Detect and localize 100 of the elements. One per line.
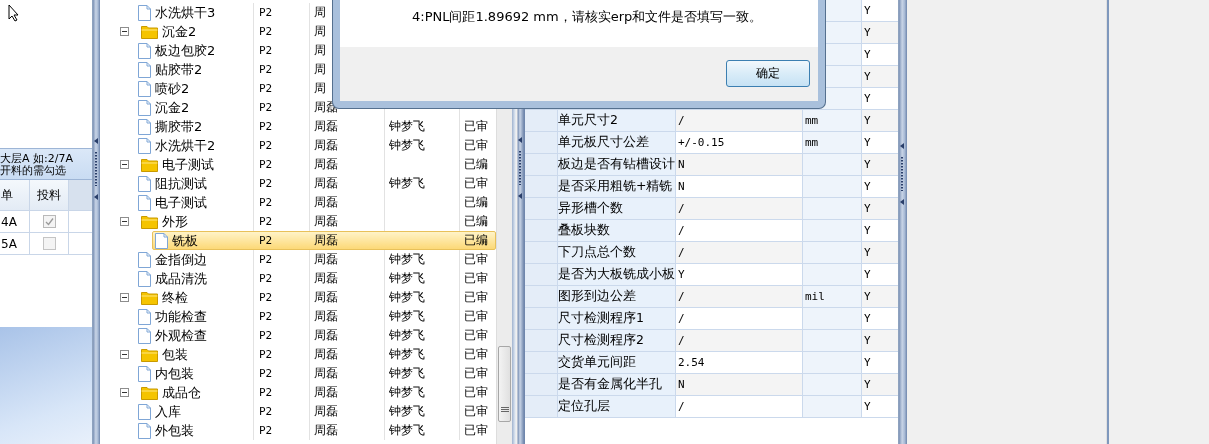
- table-cell: 周磊: [314, 270, 338, 287]
- collapse-icon[interactable]: [120, 388, 129, 397]
- table-cell: P2: [259, 215, 273, 228]
- tree-item-label: 阻抗测试: [155, 174, 207, 193]
- table-cell: P2: [259, 196, 273, 209]
- table-cell: P2: [259, 101, 273, 114]
- table-cell: P2: [259, 310, 273, 323]
- document-icon: [138, 308, 151, 325]
- tree-item-label: 水洗烘干2: [155, 136, 216, 155]
- table-cell: P2: [259, 253, 273, 266]
- table-cell: 钟梦飞: [389, 118, 425, 135]
- tree-item-label: 板边包胶2: [155, 41, 216, 60]
- table-cell: Y: [862, 22, 898, 43]
- tree-row[interactable]: 内包装 P2 周磊 钟梦飞 已审: [100, 364, 497, 383]
- table-cell: 周磊: [314, 327, 338, 344]
- tree-row[interactable]: 成品清洗 P2 周磊 钟梦飞 已审: [100, 269, 497, 288]
- parameter-name: 是否采用粗铣+精铣: [558, 176, 676, 197]
- parameter-value: N: [676, 154, 803, 175]
- tree-row[interactable]: 外观检查 P2 周磊 钟梦飞 已审: [100, 326, 497, 345]
- tree-item-label: 水洗烘干3: [155, 3, 216, 22]
- table-cell: 周磊: [314, 156, 338, 173]
- column-header: 单: [0, 180, 30, 210]
- table-cell: 已审: [464, 137, 488, 154]
- table-cell: P2: [259, 44, 273, 57]
- table-cell: 周: [314, 61, 326, 78]
- table-cell: P2: [259, 405, 273, 418]
- unit-cell: mil: [803, 286, 862, 307]
- table-cell: 周磊: [314, 118, 338, 135]
- splitter-grip-icon: [900, 143, 905, 205]
- splitter-grip-icon: [518, 137, 523, 199]
- scrollbar-thumb[interactable]: [498, 346, 511, 422]
- table-cell: 周磊: [314, 137, 338, 154]
- collapse-icon[interactable]: [120, 350, 129, 359]
- parameter-value: /: [676, 286, 803, 307]
- table-cell: 已审: [464, 308, 488, 325]
- tree-row[interactable]: 电子测试 P2 周磊 已编: [100, 155, 497, 174]
- document-icon: [138, 175, 151, 192]
- tree-row[interactable]: 电子测试 P2 周磊 已编: [100, 193, 497, 212]
- parameter-name: 单元板尺寸公差: [558, 132, 676, 153]
- table-cell: Y: [862, 154, 898, 175]
- table-cell: Y: [862, 374, 898, 395]
- parameter-name: 单元尺寸2: [558, 110, 676, 131]
- table-cell: P2: [259, 291, 273, 304]
- folder-icon: [141, 385, 158, 400]
- table-cell: Y: [862, 286, 898, 307]
- tree-row[interactable]: 功能检查 P2 周磊 钟梦飞 已审: [100, 307, 497, 326]
- parameter-name: 叠板块数: [558, 220, 676, 241]
- tree-row[interactable]: 包装 P2 周磊 钟梦飞 已审: [100, 345, 497, 364]
- note-text: 大层A 如:2/7A: [0, 153, 74, 165]
- table-cell: 钟梦飞: [389, 327, 425, 344]
- table-cell: 周磊: [314, 422, 338, 439]
- parameter-value: N: [676, 374, 803, 395]
- tree-row[interactable]: 成品仓 P2 周磊 钟梦飞 已审: [100, 383, 497, 402]
- table-cell: 已审: [464, 422, 488, 439]
- table-cell-text: Y: [863, 223, 872, 239]
- table-cell: P2: [259, 272, 273, 285]
- table-cell: 周磊: [314, 289, 338, 306]
- tree-row[interactable]: 撕胶带2 P2 周磊 钟梦飞 已审: [100, 117, 497, 136]
- tree-item-label: 功能检查: [155, 307, 207, 326]
- table-cell: 周磊: [314, 194, 338, 211]
- table-cell-text: Y: [863, 311, 872, 327]
- tree-row[interactable]: 铣板 P2 周磊 已编: [152, 231, 497, 250]
- tree-row[interactable]: 终检 P2 周磊 钟梦飞 已审: [100, 288, 497, 307]
- table-cell: 已审: [464, 327, 488, 344]
- table-cell-text: Y: [863, 135, 872, 151]
- tree-row[interactable]: 水洗烘干2 P2 周磊 钟梦飞 已审: [100, 136, 497, 155]
- parameter-value: /: [676, 242, 803, 263]
- tree-row[interactable]: 入库 P2 周磊 钟梦飞 已审: [100, 402, 497, 421]
- tree-item-label: 贴胶带2: [155, 60, 203, 79]
- tree-row[interactable]: 阻抗测试 P2 周磊 钟梦飞 已审: [100, 174, 497, 193]
- table-cell: P2: [259, 139, 273, 152]
- tree-row[interactable]: 外包装 P2 周磊 钟梦飞 已审: [100, 421, 497, 440]
- tree-item-label: 内包装: [155, 364, 194, 383]
- tree-row[interactable]: 金指倒边 P2 周磊 钟梦飞 已审: [100, 250, 497, 269]
- document-icon: [138, 194, 151, 211]
- table-cell: P2: [259, 82, 273, 95]
- tree-item-label: 外形: [162, 212, 188, 231]
- table-cell: 已编: [464, 213, 488, 230]
- collapse-icon[interactable]: [120, 217, 129, 226]
- document-icon: [138, 80, 151, 97]
- table-cell: 已审: [464, 251, 488, 268]
- document-icon: [138, 118, 151, 135]
- table-cell: P2: [259, 63, 273, 76]
- table-cell: 已编: [464, 194, 488, 211]
- table-cell: 已审: [464, 270, 488, 287]
- checkbox[interactable]: [42, 215, 56, 228]
- collapse-icon[interactable]: [120, 27, 129, 36]
- collapse-icon[interactable]: [120, 160, 129, 169]
- document-icon: [138, 251, 151, 268]
- grip-icon: [500, 407, 509, 413]
- folder-icon: [141, 214, 158, 229]
- checkbox[interactable]: [42, 237, 56, 250]
- document-icon: [138, 403, 151, 420]
- tree-item-label: 电子测试: [162, 155, 214, 174]
- document-icon: [138, 365, 151, 382]
- collapse-icon[interactable]: [120, 293, 129, 302]
- table-cell: 已审: [464, 118, 488, 135]
- ok-button[interactable]: 确定: [726, 60, 810, 87]
- table-cell: 5A: [0, 233, 30, 254]
- table-cell-text: Y: [863, 267, 872, 283]
